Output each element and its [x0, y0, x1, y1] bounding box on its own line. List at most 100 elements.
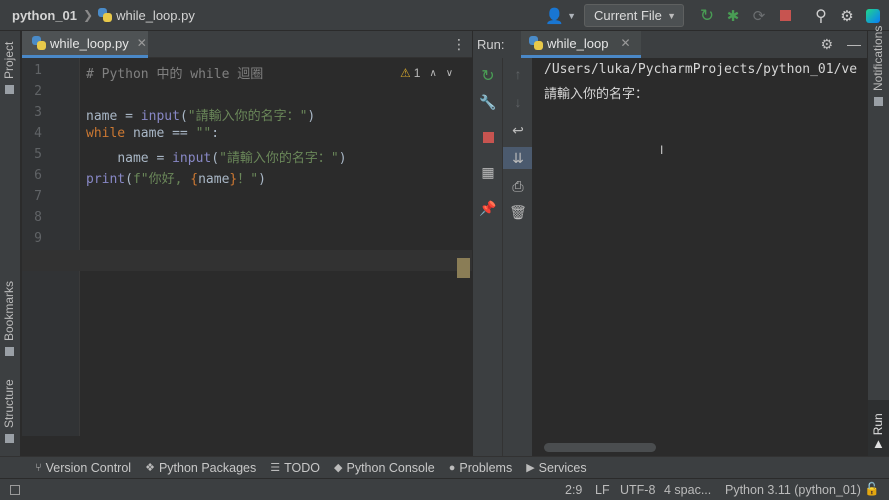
minimize-icon[interactable]: — [847, 36, 861, 53]
bottom-tool-bar: ⑂ Version Control ❖ Python Packages ☰ TODO … [0, 456, 889, 478]
line-number: 7 [34, 189, 42, 204]
code-line-3[interactable]: name = input("請輸入你的名字：") [86, 105, 315, 124]
services-tab[interactable]: ▶ Services [526, 461, 586, 475]
line-separator[interactable]: LF [595, 483, 610, 497]
run-tab-label: while_loop [547, 35, 609, 51]
tab-label: Services [538, 460, 587, 475]
play-icon: ▶ [526, 462, 535, 474]
structure-icon [4, 434, 14, 443]
structure-tool-button[interactable]: Structure [2, 379, 16, 443]
scroll-to-end-icon[interactable]: ⇊ [503, 147, 533, 169]
run-panel-header-actions: ⚙ — [820, 36, 861, 53]
search-button[interactable]: ⚲ [810, 5, 832, 27]
jetbrains-toolbox-button[interactable] [862, 5, 884, 27]
code-line-4[interactable]: while name == "": [86, 126, 219, 141]
notifications-tool-label: Notifications [871, 25, 885, 91]
run-configuration-select[interactable]: Current File ▼ [584, 4, 684, 27]
account-button[interactable]: 👤 ▼ [545, 7, 576, 25]
toolbar-actions: 👤 ▼ Current File ▼ ↻ ✱ ⟳ ⚲ ⚙ [545, 0, 889, 31]
print-icon[interactable]: ⎙ [503, 178, 533, 195]
stop-button[interactable] [774, 5, 796, 27]
python-file-icon [98, 8, 113, 22]
console-line: /Users/luka/PycharmProjects/python_01/ve [544, 62, 858, 77]
inspection-count: 1 [413, 66, 421, 80]
project-tool-label: Project [2, 41, 16, 79]
fstring-literal: f"你好, [132, 172, 191, 187]
code-line-5[interactable]: name = input("請輸入你的名字：") [86, 147, 346, 166]
project-tool-button[interactable]: Project [2, 42, 16, 94]
packages-icon: ❖ [145, 462, 155, 474]
coverage-button[interactable]: ⟳ [748, 5, 770, 27]
rerun-button[interactable]: ↻ [696, 5, 718, 27]
code-line-1[interactable]: # Python 中的 while 迴圈 [86, 63, 263, 82]
info-icon: ● [448, 461, 456, 474]
soft-wrap-icon[interactable]: ↩ [503, 122, 533, 139]
list-icon: ☰ [270, 462, 281, 474]
gear-icon[interactable]: ⚙ [820, 36, 833, 53]
scrollbar-marker[interactable] [457, 258, 470, 278]
python-file-icon [529, 36, 543, 50]
debug-button[interactable]: ✱ [722, 5, 744, 27]
editor-tab-bar: while_loop.py ✕ ⋮ [22, 31, 472, 58]
user-icon: 👤 [545, 7, 565, 25]
bookmark-icon [4, 347, 14, 356]
current-line-highlight [22, 250, 472, 271]
notifications-tool-button[interactable]: Notifications [871, 26, 885, 106]
editor-tab-while-loop[interactable]: while_loop.py ✕ [22, 31, 148, 58]
lock-icon[interactable]: 🔓 [864, 482, 880, 497]
settings-button[interactable]: ⚙ [836, 5, 858, 27]
string-literal: "請輸入你的名字：" [219, 151, 339, 166]
breadcrumb-separator-icon: ❯ [83, 8, 94, 22]
bookmarks-tool-label: Bookmarks [2, 280, 16, 341]
version-control-tab[interactable]: ⑂ Version Control [35, 461, 131, 475]
close-icon[interactable]: ✕ [620, 36, 630, 50]
arrow-up-icon[interactable]: ↑ [503, 66, 533, 82]
fstring-literal: ！" [237, 172, 259, 187]
console-line: 請輸入你的名字： [544, 87, 649, 102]
run-tool-button[interactable]: ▶ Run [868, 400, 889, 456]
paren: ) [307, 109, 316, 124]
breadcrumb-file[interactable]: while_loop.py [98, 8, 195, 23]
text-cursor-icon: I [660, 143, 664, 157]
run-tab-while-loop[interactable]: while_loop ✕ [521, 31, 641, 58]
more-options-icon[interactable]: ⋮ [452, 36, 466, 53]
inspection-widget[interactable]: ⚠ 1 ∧ ∨ [400, 66, 453, 80]
line-number: 6 [34, 168, 42, 183]
python-interpreter[interactable]: Python 3.11 (python_01) [725, 483, 861, 497]
status-bar: 2:9 LF UTF-8 4 spac... Python 3.11 (pyth… [0, 478, 889, 500]
python-packages-tab[interactable]: ❖ Python Packages [145, 461, 256, 475]
breadcrumb-project[interactable]: python_01 [12, 8, 77, 23]
trash-icon[interactable]: 🗑 [503, 204, 533, 221]
wrench-icon[interactable]: 🔧 [473, 94, 503, 111]
horizontal-scrollbar[interactable] [544, 443, 656, 452]
jetbrains-logo-icon [866, 8, 880, 23]
rerun-icon: ↻ [699, 5, 715, 25]
caret-position[interactable]: 2:9 [565, 483, 582, 497]
identifier: name [198, 172, 230, 187]
string-literal: "請輸入你的名字：" [187, 109, 308, 124]
problems-tab[interactable]: ● Problems [449, 461, 512, 475]
builtin-function: input [172, 151, 212, 166]
todo-tab[interactable]: ☰ TODO [270, 461, 320, 475]
rerun-icon[interactable]: ↻ [473, 66, 503, 86]
indent-setting[interactable]: 4 spac... [664, 483, 711, 497]
code-line-6[interactable]: print(f"你好, {name}！") [86, 168, 266, 187]
pin-icon[interactable]: 📌 [473, 200, 503, 217]
python-console-tab[interactable]: ◆ Python Console [334, 461, 435, 475]
run-console-output[interactable]: /Users/luka/PycharmProjects/python_01/ve… [532, 58, 867, 456]
operator: = [148, 151, 173, 166]
arrow-down-icon[interactable]: ↓ [503, 94, 533, 110]
layout-toggle-icon[interactable] [10, 484, 20, 495]
run-panel-label: Run: [477, 37, 505, 52]
chevron-down-icon[interactable]: ∨ [446, 68, 453, 79]
warning-icon: ⚠ [400, 66, 411, 80]
line-number: 3 [34, 105, 42, 120]
layout-icon[interactable]: ▦ [473, 164, 503, 181]
builtin-function: input [140, 109, 180, 124]
stop-icon[interactable] [473, 130, 503, 146]
close-icon[interactable]: ✕ [137, 36, 147, 50]
bookmarks-tool-button[interactable]: Bookmarks [2, 281, 16, 356]
chevron-up-icon[interactable]: ∧ [429, 68, 436, 79]
tab-label: Python Packages [158, 460, 257, 475]
file-encoding[interactable]: UTF-8 [620, 483, 655, 497]
